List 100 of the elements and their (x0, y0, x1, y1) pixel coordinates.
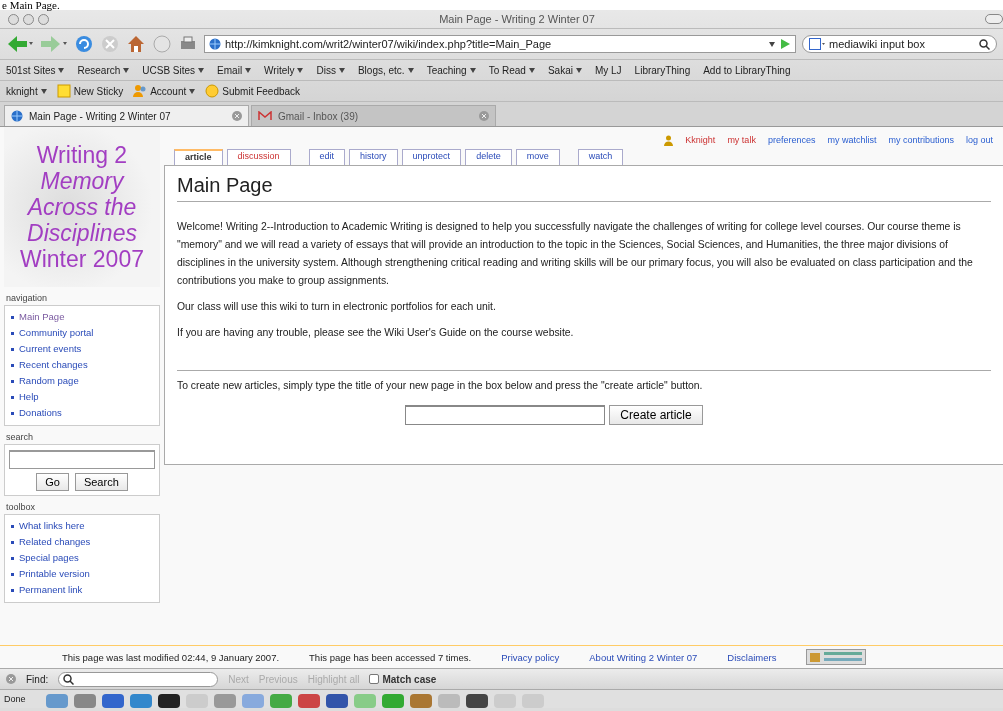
bookmark-menu[interactable]: Blogs, etc. (357, 64, 414, 76)
window-button-icon[interactable] (8, 13, 19, 25)
paragraph: If you are having any trouble, please see the Wiki User's Guide on the course website. (177, 326, 575, 340)
reload-icon[interactable] (74, 34, 94, 54)
sidebar-link[interactable]: Permanent link (9, 582, 155, 598)
page-tab[interactable]: edit (308, 149, 346, 165)
sidebar-link[interactable]: Current events (9, 341, 155, 357)
back-icon[interactable] (6, 34, 34, 54)
search-field[interactable]: mediawiki input box (802, 35, 997, 53)
close-icon[interactable] (479, 111, 489, 121)
bookmark-menu[interactable]: UCSB Sites (142, 64, 205, 76)
logo-text: Memory (40, 168, 124, 194)
bookmark-menu[interactable]: My LJ (594, 64, 622, 76)
bookmark-menu[interactable]: LibraryThing (634, 64, 691, 76)
powered-by-badge (806, 649, 867, 665)
page-tab[interactable]: watch (577, 149, 624, 165)
status-text: Done (4, 694, 26, 704)
browser-tab[interactable]: Gmail - Inbox (39) (251, 105, 496, 126)
search-input[interactable] (9, 450, 155, 469)
logo-text: Winter 2007 (20, 246, 144, 272)
user-link[interactable]: preferences (767, 135, 816, 145)
sidebar-link[interactable]: Community portal (9, 325, 155, 341)
page-tab[interactable]: history (349, 149, 398, 165)
window-button-icon[interactable] (23, 13, 34, 25)
window-button-icon[interactable] (38, 13, 49, 25)
user-link[interactable]: Kknight (685, 135, 716, 145)
user-link[interactable]: log out (965, 135, 993, 145)
sidebar-link[interactable]: Recent changes (9, 357, 155, 373)
section-label: toolbox (6, 502, 37, 512)
bookmark-menu[interactable]: Research (77, 64, 130, 76)
paragraph: To create new articles, simply type the title of your new page in the box below and press the "create article" button. (177, 379, 704, 393)
logo-text: Disciplines (27, 220, 137, 246)
section-label: navigation (6, 293, 49, 303)
globe-icon (209, 38, 221, 50)
smiley-icon (205, 84, 220, 98)
window-title: Main Page - Writing 2 Winter 07 (438, 13, 596, 25)
sidebar-link[interactable]: Donations (9, 405, 155, 421)
close-icon[interactable] (6, 674, 16, 684)
toolbar-toggle-icon[interactable] (985, 14, 1003, 24)
bookmark-menu[interactable]: Teaching (426, 64, 476, 76)
page-tab[interactable]: discussion (226, 149, 291, 165)
caret-icon (528, 67, 535, 73)
page-heading: Main Page (177, 174, 991, 202)
browser-tab[interactable]: Main Page - Writing 2 Winter 07 (4, 105, 249, 126)
search-engine-icon (809, 38, 825, 50)
caret-icon (58, 67, 65, 73)
caret-icon (198, 67, 205, 73)
stop-icon[interactable] (100, 34, 120, 54)
home-icon[interactable] (126, 34, 146, 54)
bookmark-menu[interactable]: Diss (316, 64, 345, 76)
sidebar-link[interactable]: What links here (9, 518, 155, 534)
globe-icon (11, 110, 23, 122)
footer-link[interactable]: About Writing 2 Winter 07 (589, 651, 698, 663)
bookmark-menu[interactable]: Sakai (547, 64, 582, 76)
address-field[interactable]: http://kimknight.com/writ2/winter07/wiki/index.php?title=Main_Page (204, 35, 796, 53)
user-link[interactable]: my talk (727, 135, 756, 145)
search-button[interactable]: Go (36, 473, 69, 491)
user-link[interactable]: my watchlist (827, 135, 877, 145)
bookmark-menu[interactable]: 501st Sites (6, 64, 65, 76)
bookmark-menu[interactable]: Add to LibraryThing (703, 64, 791, 76)
page-tab[interactable]: move (515, 149, 560, 165)
sidebar-link[interactable]: Related changes (9, 534, 155, 550)
sidebar-link[interactable]: Random page (9, 373, 155, 389)
bookmark-menu[interactable]: Email (217, 64, 252, 76)
toolbar-item[interactable]: Submit Feedback (205, 84, 301, 98)
bookmark-menu[interactable]: Writely (264, 64, 304, 76)
create-article-button[interactable]: Create article (609, 405, 703, 425)
caret-icon (407, 67, 414, 73)
user-link[interactable]: my contributions (888, 135, 954, 145)
logo-text: Writing 2 (36, 142, 128, 168)
sidebar-link[interactable]: Main Page (9, 309, 155, 325)
search-icon[interactable] (979, 38, 990, 50)
title-input[interactable] (405, 405, 606, 425)
bookmark-menu[interactable]: To Read (488, 64, 535, 76)
page-tab[interactable]: article (174, 149, 223, 165)
footer-link[interactable]: Privacy policy (501, 651, 560, 663)
caret-icon (769, 41, 775, 47)
go-icon[interactable] (779, 38, 791, 50)
sidebar-link[interactable]: Printable version (9, 566, 155, 582)
checkbox-label: Match case (382, 673, 437, 685)
paragraph: Welcome! Writing 2--Introduction to Academic Writing is designed to help you successfully navigate the challenges of writing for college level courses. Our course theme is "memory" and we will read a variety of essays that will provide an introduction to the topic in the Sciences, Social Sciences, and Humanities, the three major divisions of disciplines in the university system. Although strengthening critical reading and writing skills will be our primary focus, you will also be evaluated on class participation and the contributions you make to group assignments. (177, 220, 974, 288)
toolbar-item[interactable]: New Sticky (56, 84, 124, 98)
forward-icon[interactable] (40, 34, 68, 54)
match-case-checkbox[interactable] (369, 674, 380, 684)
caret-icon (469, 67, 476, 73)
search-button[interactable]: Search (74, 473, 128, 491)
sidebar-link[interactable]: Special pages (9, 550, 155, 566)
logo-text: Across the (27, 194, 137, 220)
page-tab[interactable]: delete (465, 149, 512, 165)
paragraph: Our class will use this wiki to turn in electronic portfolios for each unit. (177, 300, 497, 314)
close-icon[interactable] (232, 111, 242, 121)
find-field[interactable] (58, 671, 219, 687)
page-tab[interactable]: unprotect (401, 149, 462, 165)
footer-link[interactable]: Disclaimers (727, 651, 777, 663)
toolbar-item[interactable]: Account (133, 84, 196, 98)
sidebar-link[interactable]: Help (9, 389, 155, 405)
caret-icon (40, 88, 47, 94)
bookmark-icon[interactable] (152, 34, 172, 54)
caret-icon (123, 67, 130, 73)
toolbar-item[interactable]: kknight (6, 85, 47, 97)
